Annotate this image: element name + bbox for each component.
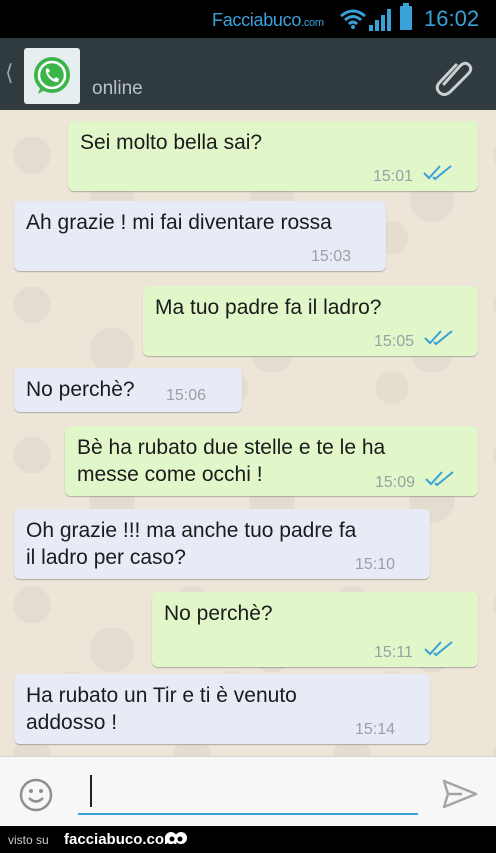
contact-status: online bbox=[92, 78, 143, 99]
incoming-message[interactable]: Ha rubato un Tir e ti è venuto addosso !… bbox=[14, 674, 430, 744]
message-text: Sei molto bella sai? bbox=[80, 131, 263, 154]
status-brand-suffix: .com bbox=[301, 17, 324, 29]
read-receipt-icon bbox=[425, 471, 454, 487]
message-input[interactable] bbox=[78, 773, 418, 815]
avatar[interactable] bbox=[24, 48, 80, 104]
incoming-message[interactable]: Oh grazie !!! ma anche tuo padre fa il l… bbox=[14, 509, 430, 579]
outgoing-message[interactable]: Ma tuo padre fa il ladro? 15:05 bbox=[143, 286, 478, 356]
message-time: 15:06 bbox=[166, 387, 207, 404]
watermark-bar: visto su facciabuco.com bbox=[0, 826, 496, 853]
text-caret bbox=[90, 775, 92, 807]
emoji-icon[interactable] bbox=[18, 777, 54, 813]
message-time: 15:05 bbox=[374, 333, 415, 350]
compose-bar bbox=[0, 756, 496, 826]
chat-header: ⟨ online bbox=[0, 38, 496, 110]
status-brand: Facciabuco.com bbox=[212, 10, 324, 31]
message-time: 15:09 bbox=[375, 474, 416, 491]
message-text: Ah grazie ! mi fai diventare rossa bbox=[26, 211, 332, 234]
outgoing-message[interactable]: Sei molto bella sai? 15:01 bbox=[68, 121, 478, 191]
outgoing-message[interactable]: No perchè? 15:11 bbox=[152, 592, 478, 667]
incoming-message[interactable]: No perchè? 15:06 bbox=[14, 368, 242, 412]
message-time: 15:03 bbox=[311, 248, 352, 265]
status-brand-name: Facciabuco bbox=[212, 10, 302, 30]
send-icon[interactable] bbox=[442, 779, 478, 809]
attach-icon[interactable] bbox=[430, 54, 474, 98]
message-time: 15:11 bbox=[374, 644, 413, 661]
message-time: 15:10 bbox=[355, 556, 396, 573]
message-text: Ma tuo padre fa il ladro? bbox=[155, 296, 382, 319]
battery-icon bbox=[400, 3, 412, 30]
message-time: 15:14 bbox=[355, 721, 396, 738]
outgoing-message[interactable]: Bè ha rubato due stelle e te le ha messe… bbox=[65, 426, 478, 496]
whatsapp-logo-icon bbox=[34, 57, 70, 94]
signal-icon bbox=[369, 9, 391, 31]
watermark-label: visto su bbox=[8, 833, 49, 847]
message-time: 15:01 bbox=[373, 168, 414, 185]
eyes-logo-icon bbox=[165, 832, 187, 844]
read-receipt-icon bbox=[424, 641, 453, 657]
incoming-message[interactable]: Ah grazie ! mi fai diventare rossa 15:03 bbox=[14, 201, 386, 271]
back-icon[interactable]: ⟨ bbox=[5, 60, 14, 86]
read-receipt-icon bbox=[424, 330, 453, 346]
message-text: No perchè? bbox=[164, 602, 273, 625]
status-bar: Facciabuco.com 16:02 bbox=[0, 0, 496, 38]
wifi-icon bbox=[340, 9, 366, 29]
message-list[interactable]: Sei molto bella sai? 15:01 Ah grazie ! mi … bbox=[0, 110, 496, 756]
read-receipt-icon bbox=[423, 165, 452, 181]
watermark-site: facciabuco.com bbox=[64, 831, 178, 848]
status-time: 16:02 bbox=[424, 6, 480, 31]
